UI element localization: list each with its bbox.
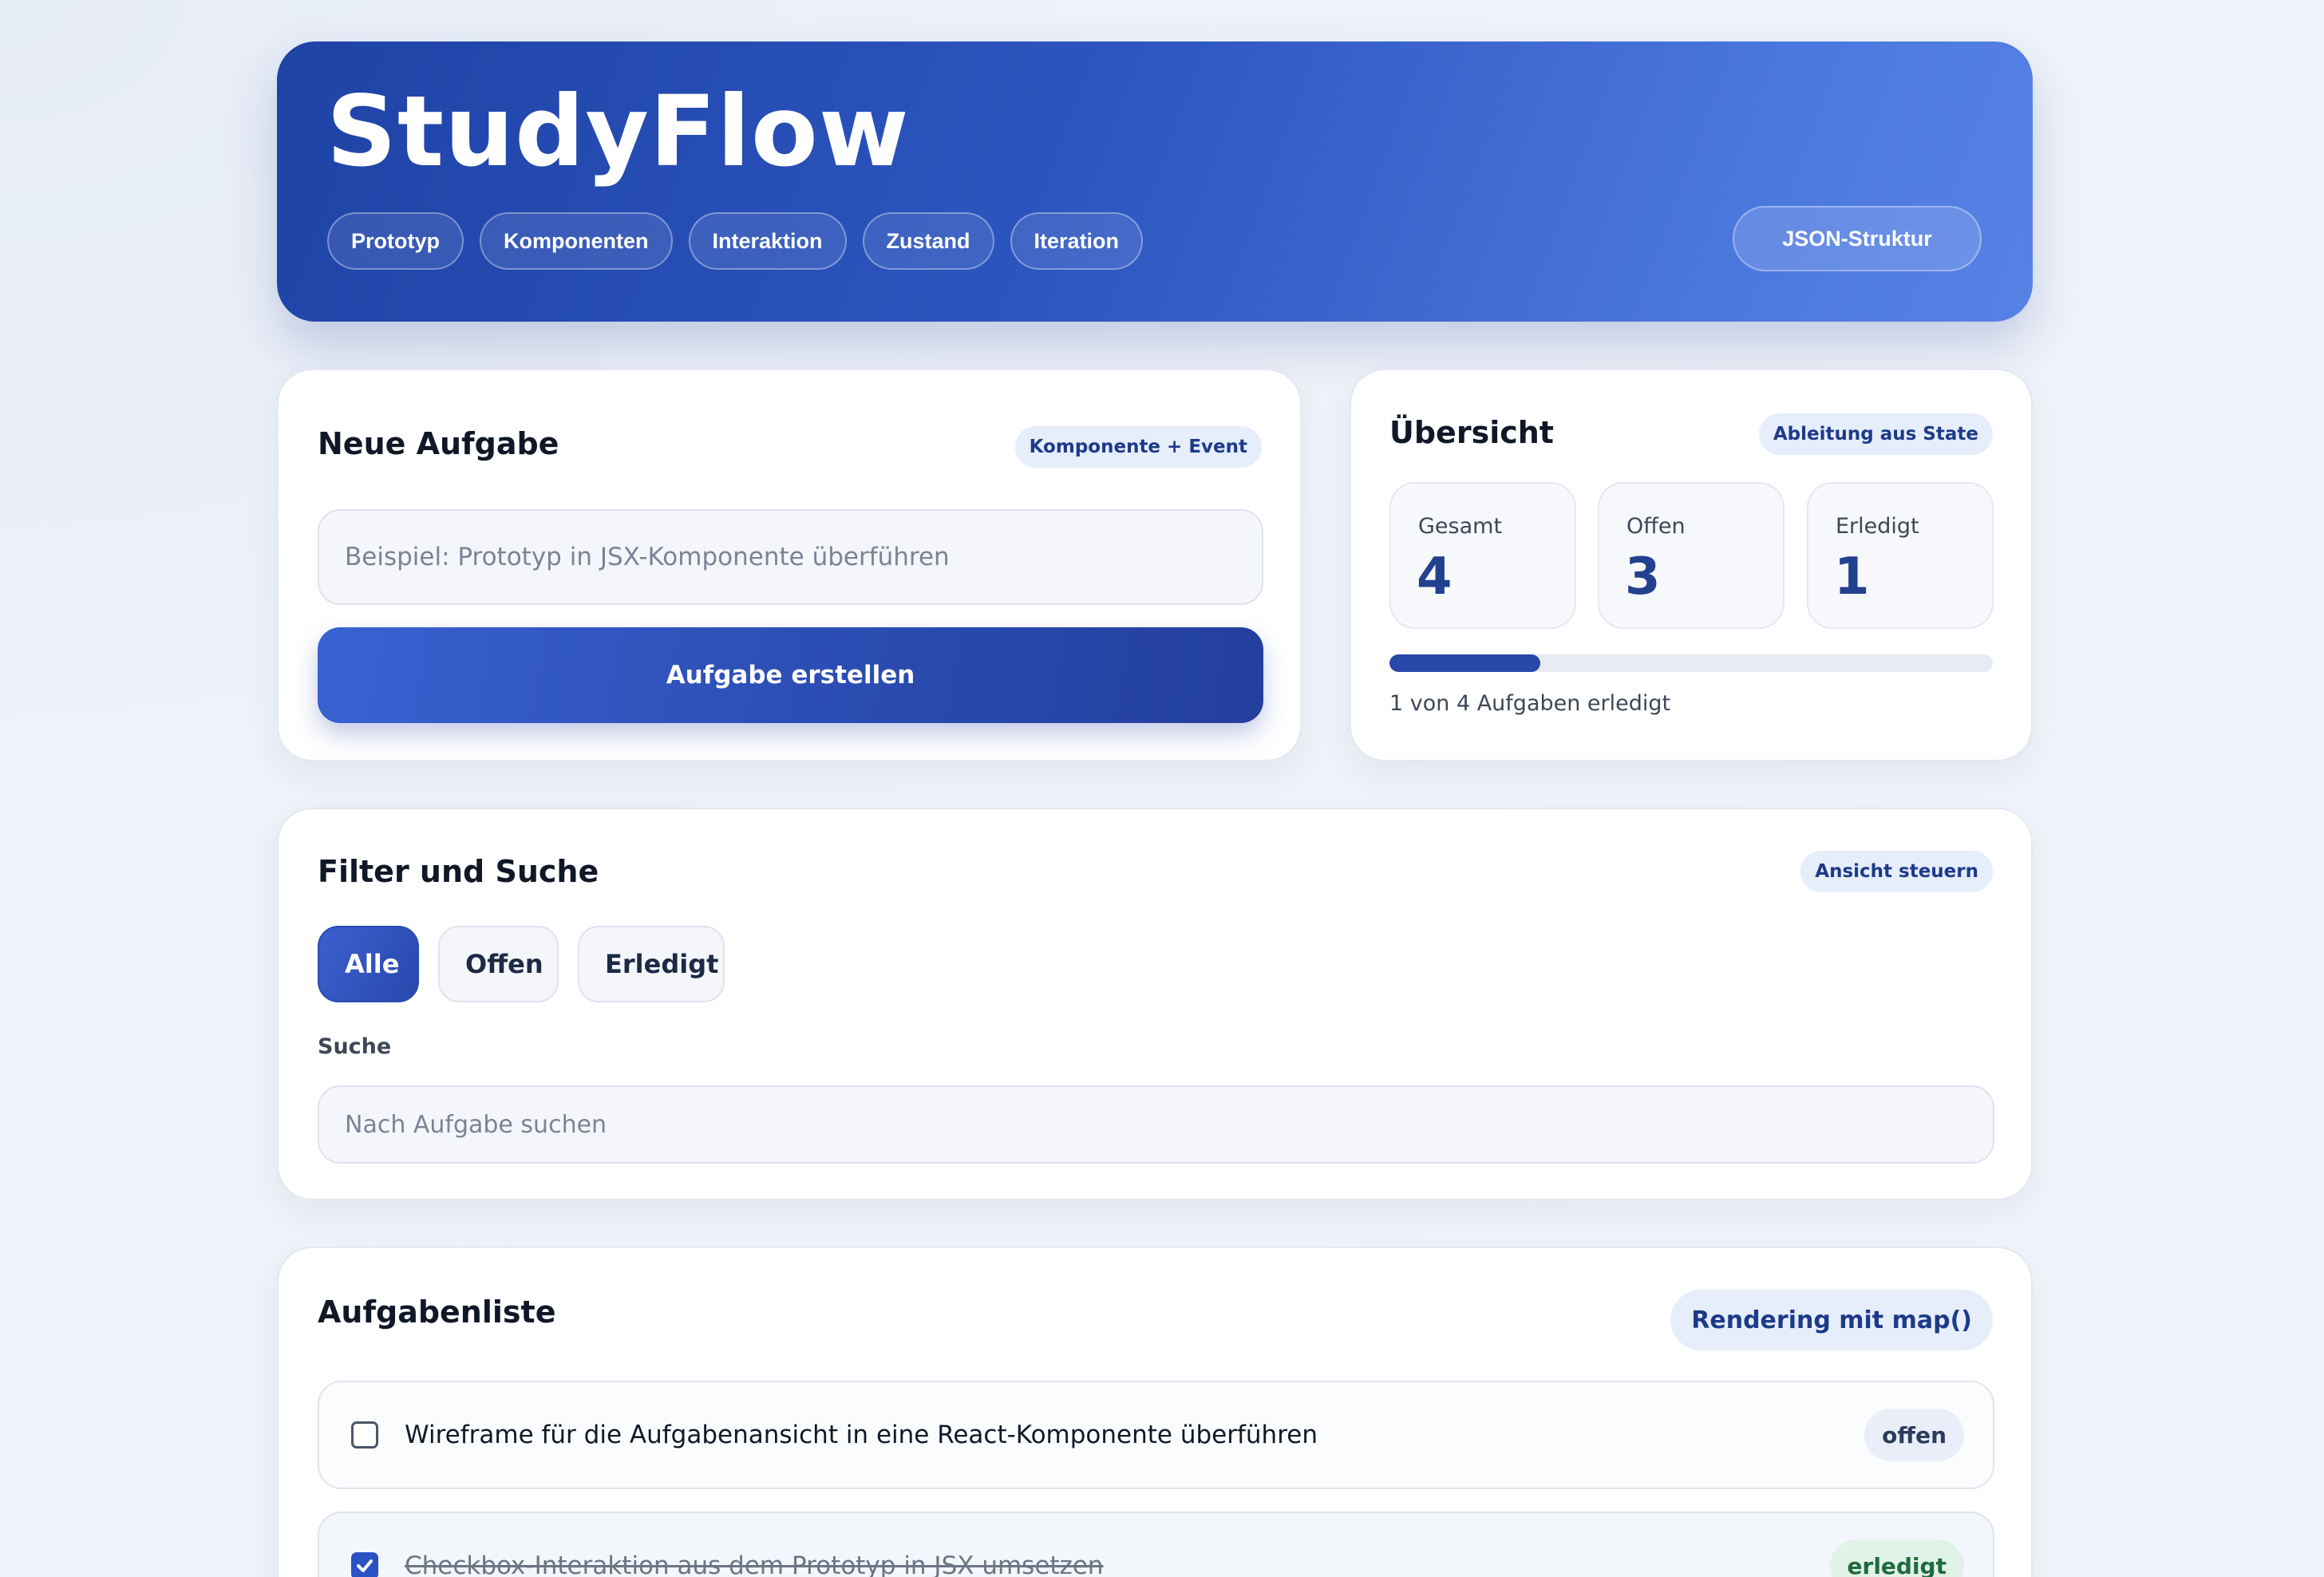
status-badge: erledigt [1829, 1539, 1964, 1577]
search-label: Suche [318, 1034, 392, 1059]
stat-total-value: 4 [1417, 547, 1452, 607]
task-list-tag: Rendering mit map() [1670, 1290, 1993, 1350]
task-text: Checkbox-Interaktion aus dem Prototyp in… [405, 1551, 1104, 1577]
new-task-tag: Komponente + Event [1014, 426, 1262, 468]
overview-tag: Ableitung aus State [1758, 413, 1993, 455]
progress-bar [1389, 654, 1993, 672]
tab-iteration[interactable]: Iteration [1010, 212, 1144, 270]
progress-text: 1 von 4 Aufgaben erledigt [1389, 691, 1671, 716]
stat-done-value: 1 [1834, 547, 1870, 607]
nav-tabs: Prototyp Komponenten Interaktion Zustand… [327, 212, 1144, 270]
overview-title: Übersicht [1389, 415, 1554, 450]
tab-komponenten[interactable]: Komponenten [480, 212, 673, 270]
status-badge: offen [1864, 1409, 1964, 1461]
create-task-button[interactable]: Aufgabe erstellen [318, 627, 1263, 723]
progress-fill [1389, 654, 1540, 672]
stat-total: Gesamt 4 [1389, 482, 1576, 629]
new-task-card: Neue Aufgabe Komponente + Event Aufgabe … [277, 369, 1302, 761]
task-list-card: Aufgabenliste Rendering mit map() Wirefr… [277, 1247, 2033, 1577]
page: StudyFlow Prototyp Komponenten Interakti… [0, 0, 2324, 1577]
stat-open-label: Offen [1626, 514, 1686, 539]
filter-card: Filter und Suche Ansicht steuern Alle Of… [277, 808, 2033, 1200]
filter-title: Filter und Suche [318, 854, 599, 889]
task-item[interactable]: Checkbox-Interaktion aus dem Prototyp in… [318, 1512, 1994, 1577]
task-checkbox[interactable] [351, 1552, 378, 1577]
stat-done: Erledigt 1 [1807, 482, 1994, 629]
task-checkbox[interactable] [351, 1421, 378, 1449]
filter-open-button[interactable]: Offen [438, 926, 559, 1002]
overview-card: Übersicht Ableitung aus State Gesamt 4 O… [1350, 369, 2033, 761]
filter-buttons: Alle Offen Erledigt [318, 926, 725, 1002]
search-input[interactable] [318, 1085, 1994, 1164]
stat-done-label: Erledigt [1836, 514, 1919, 539]
app-header: StudyFlow Prototyp Komponenten Interakti… [277, 42, 2033, 322]
task-list-title: Aufgabenliste [318, 1294, 556, 1330]
tab-zustand[interactable]: Zustand [862, 212, 994, 270]
tab-prototyp[interactable]: Prototyp [327, 212, 464, 270]
filter-all-button[interactable]: Alle [318, 926, 419, 1002]
stat-open: Offen 3 [1598, 482, 1785, 629]
task-text: Wireframe für die Aufgabenansicht in ein… [405, 1421, 1318, 1449]
stat-open-value: 3 [1625, 547, 1661, 607]
filter-tag: Ansicht steuern [1800, 851, 1993, 892]
tab-interaktion[interactable]: Interaktion [688, 212, 847, 270]
new-task-input[interactable] [318, 509, 1263, 605]
json-structure-button[interactable]: JSON-Struktur [1733, 206, 1982, 271]
stat-total-label: Gesamt [1418, 514, 1503, 539]
new-task-title: Neue Aufgabe [318, 426, 559, 461]
check-icon [357, 1559, 373, 1572]
task-item[interactable]: Wireframe für die Aufgabenansicht in ein… [318, 1381, 1994, 1489]
app-title: StudyFlow [326, 75, 910, 188]
filter-done-button[interactable]: Erledigt [578, 926, 725, 1002]
